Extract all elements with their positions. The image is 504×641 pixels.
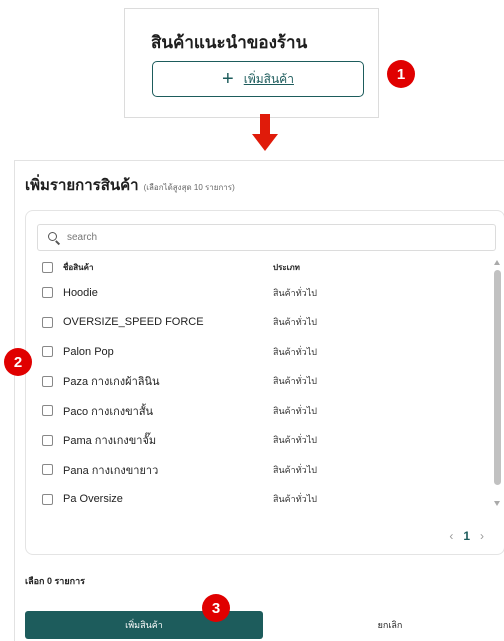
product-type: สินค้าทั่วไป xyxy=(273,346,317,357)
scrollbar-thumb[interactable] xyxy=(494,270,501,485)
product-name: Pama กางเกงขาจั๊ม xyxy=(63,435,157,448)
product-type: สินค้าทั่วไป xyxy=(273,317,317,328)
table-row[interactable]: Palon Pop สินค้าทั่วไป xyxy=(37,337,487,367)
step-badge-3: 3 xyxy=(202,594,230,622)
row-checkbox[interactable] xyxy=(42,464,53,476)
modal-subtitle: (เลือกได้สูงสุด 10 รายการ) xyxy=(143,183,235,192)
recommend-card-title: สินค้าแนะนำของร้าน xyxy=(151,33,308,52)
table-row[interactable]: OVERSIZE_SPEED FORCE สินค้าทั่วไป xyxy=(37,308,487,338)
select-all-checkbox[interactable] xyxy=(42,261,53,273)
product-type: สินค้าทั่วไป xyxy=(273,464,317,475)
search-box[interactable] xyxy=(37,224,496,251)
product-name: Pana กางเกงขายาว xyxy=(63,464,159,477)
selected-count: เลือก 0 รายการ xyxy=(25,576,85,586)
current-page[interactable]: 1 xyxy=(463,529,470,543)
cancel-button[interactable]: ยกเลิก xyxy=(315,611,465,639)
product-type: สินค้าทั่วไป xyxy=(273,435,317,446)
product-type: สินค้าทั่วไป xyxy=(273,287,317,298)
product-table: ชื่อสินค้า ประเภท Hoodie สินค้าทั่วไป OV… xyxy=(37,256,487,514)
list-scrollbar[interactable] xyxy=(493,256,502,506)
recommend-products-card: สินค้าแนะนำของร้าน + เพิ่มสินค้า xyxy=(124,8,379,118)
prev-page-icon[interactable]: ‹ xyxy=(449,529,453,543)
column-header-type: ประเภท xyxy=(273,262,300,272)
scroll-down-icon[interactable] xyxy=(494,501,500,506)
row-checkbox[interactable] xyxy=(42,287,53,299)
down-arrow-icon xyxy=(252,114,278,154)
next-page-icon[interactable]: › xyxy=(480,529,484,543)
step-badge-1: 1 xyxy=(387,60,415,88)
add-product-button[interactable]: + เพิ่มสินค้า xyxy=(152,61,364,97)
product-name: Palon Pop xyxy=(63,345,114,358)
search-input[interactable] xyxy=(67,232,467,243)
row-checkbox[interactable] xyxy=(42,375,53,387)
pagination: ‹ 1 › xyxy=(449,529,484,543)
table-row[interactable]: Paco กางเกงขาสั้น สินค้าทั่วไป xyxy=(37,396,487,426)
product-name: OVERSIZE_SPEED FORCE xyxy=(63,316,204,329)
table-row[interactable]: Pana กางเกงขายาว สินค้าทั่วไป xyxy=(37,455,487,485)
search-icon xyxy=(48,231,61,245)
product-name: Paza กางเกงผ้าลินิน xyxy=(63,376,160,389)
plus-icon: + xyxy=(222,68,234,90)
table-row[interactable]: Paza กางเกงผ้าลินิน สินค้าทั่วไป xyxy=(37,367,487,397)
add-product-label: เพิ่มสินค้า xyxy=(243,71,294,86)
table-row[interactable]: Pa Oversize สินค้าทั่วไป xyxy=(37,485,487,515)
step-badge-2: 2 xyxy=(4,348,32,376)
row-checkbox[interactable] xyxy=(42,316,53,328)
modal-title-text: เพิ่มรายการสินค้า xyxy=(25,177,139,194)
row-checkbox[interactable] xyxy=(42,346,53,358)
product-name: Pa Oversize xyxy=(63,493,123,506)
row-checkbox[interactable] xyxy=(42,434,53,446)
product-list-card: ชื่อสินค้า ประเภท Hoodie สินค้าทั่วไป OV… xyxy=(25,210,504,555)
table-header: ชื่อสินค้า ประเภท xyxy=(37,256,487,278)
row-checkbox[interactable] xyxy=(42,405,53,417)
modal-title: เพิ่มรายการสินค้า (เลือกได้สูงสุด 10 ราย… xyxy=(25,173,235,197)
scroll-up-icon[interactable] xyxy=(494,260,500,265)
column-header-name: ชื่อสินค้า xyxy=(63,262,94,272)
table-row[interactable]: Hoodie สินค้าทั่วไป xyxy=(37,278,487,308)
add-products-modal: เพิ่มรายการสินค้า (เลือกได้สูงสุด 10 ราย… xyxy=(14,160,504,641)
table-row[interactable]: Pama กางเกงขาจั๊ม สินค้าทั่วไป xyxy=(37,426,487,456)
product-name: Hoodie xyxy=(63,286,98,299)
product-type: สินค้าทั่วไป xyxy=(273,405,317,416)
product-name: Paco กางเกงขาสั้น xyxy=(63,405,154,418)
product-type: สินค้าทั่วไป xyxy=(273,494,317,505)
row-checkbox[interactable] xyxy=(42,493,53,505)
product-type: สินค้าทั่วไป xyxy=(273,376,317,387)
